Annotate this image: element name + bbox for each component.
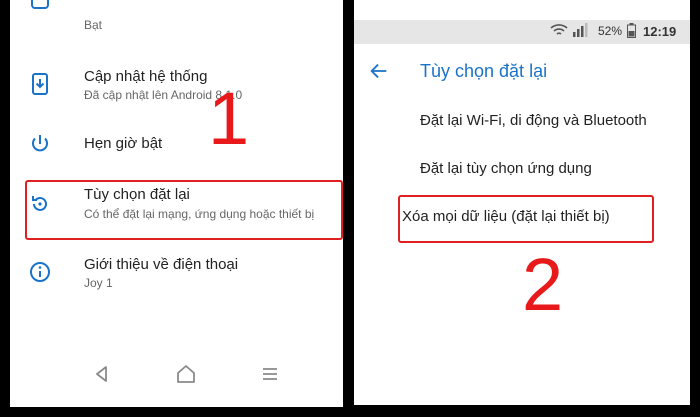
- back-icon[interactable]: [90, 362, 114, 386]
- settings-item-partial[interactable]: Bạt: [10, 0, 343, 32]
- page-title: Tùy chọn đặt lại: [420, 61, 548, 81]
- settings-item-title: Hẹn giờ bật: [84, 135, 163, 152]
- step-number-1: 1: [208, 77, 250, 160]
- highlight-box: [25, 180, 343, 240]
- reset-options-panel: 52% 12:19 Tùy chọn đặt lại Đặt lại Wi-Fi…: [354, 0, 690, 405]
- status-bar: 52% 12:19: [354, 20, 690, 44]
- battery-icon: [627, 23, 636, 41]
- back-arrow-icon[interactable]: [368, 60, 390, 82]
- settings-item-title: Cập nhật hệ thống: [84, 68, 208, 85]
- info-icon: [28, 260, 52, 284]
- option-reset-network[interactable]: Đặt lại Wi-Fi, di động và Bluetooth: [420, 112, 647, 129]
- settings-panel: Bạt Cập nhật hệ thống Đã cập nhật lên An…: [10, 0, 343, 407]
- battery-level: 52%: [598, 24, 623, 38]
- step-number-2: 2: [522, 243, 564, 326]
- home-icon[interactable]: [174, 362, 198, 386]
- app-bar: Tùy chọn đặt lại: [354, 44, 690, 96]
- power-icon: [28, 132, 52, 156]
- system-update-icon: [28, 72, 52, 96]
- settings-item-title: Giới thiệu về điện thoại: [84, 256, 239, 273]
- partial-icon: [28, 0, 52, 10]
- signal-icon: [572, 23, 588, 40]
- wifi-icon: [550, 23, 568, 40]
- partial-item-subtitle: Bạt: [84, 18, 103, 32]
- navigation-bar: [10, 352, 343, 396]
- settings-item-about-phone[interactable]: Giới thiệu về điện thoại Joy 1: [10, 252, 343, 296]
- settings-item-subtitle: Joy 1: [84, 276, 113, 290]
- highlight-box: [398, 195, 654, 243]
- status-time: 12:19: [643, 24, 677, 39]
- option-reset-app-preferences[interactable]: Đặt lại tùy chọn ứng dụng: [420, 160, 592, 177]
- menu-icon[interactable]: [258, 362, 282, 386]
